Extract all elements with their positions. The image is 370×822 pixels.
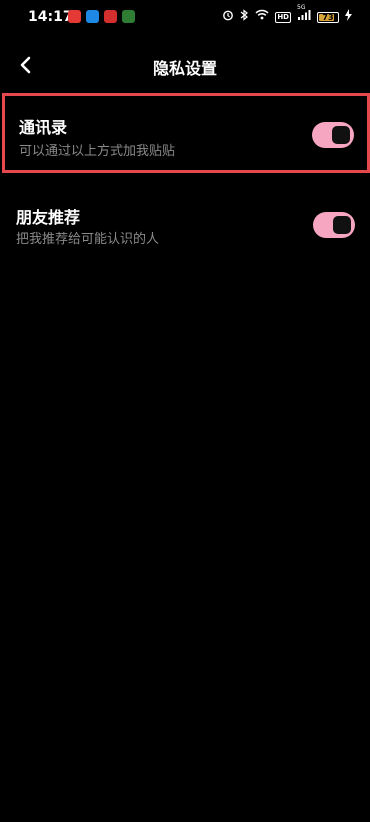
app-icon [68,10,81,23]
signal-icon: 5G [297,4,311,26]
friend-recommendation-toggle[interactable] [313,212,355,238]
charging-icon [345,8,352,26]
app-icon [86,10,99,23]
notification-app-icons [68,10,135,23]
toggle-knob [333,216,351,234]
alarm-icon [222,9,234,26]
battery-level-text: 73 [322,12,334,22]
app-icon [104,10,117,23]
page-title: 隐私设置 [152,59,217,78]
setting-description-contacts: 可以通过以上方式加我贴贴 [19,144,176,159]
bluetooth-icon [240,8,249,26]
setting-row-friend-recommendation: 朋友推荐 把我推荐给可能认识的人 [0,193,370,259]
setting-title-contacts: 通讯录 [19,118,68,137]
status-icons: HD 5G 73 [222,4,352,26]
hd-icon: HD [275,11,291,23]
setting-row-contacts: 通讯录 可以通过以上方式加我贴贴 [2,93,370,173]
setting-title-friend-recommendation: 朋友推荐 [16,208,81,227]
setting-description-friend-recommendation: 把我推荐给可能认识的人 [16,232,160,247]
battery-icon: 73 [317,11,339,23]
toggle-knob [332,126,350,144]
wifi-icon [255,9,269,25]
header: 隐私设置 [0,44,370,88]
app-icon [122,10,135,23]
network-label: 5G [297,3,306,11]
status-bar: 14:17 HD 5G 73 [0,0,370,34]
status-time: 14:17 [28,9,73,25]
contacts-toggle[interactable] [312,122,354,148]
